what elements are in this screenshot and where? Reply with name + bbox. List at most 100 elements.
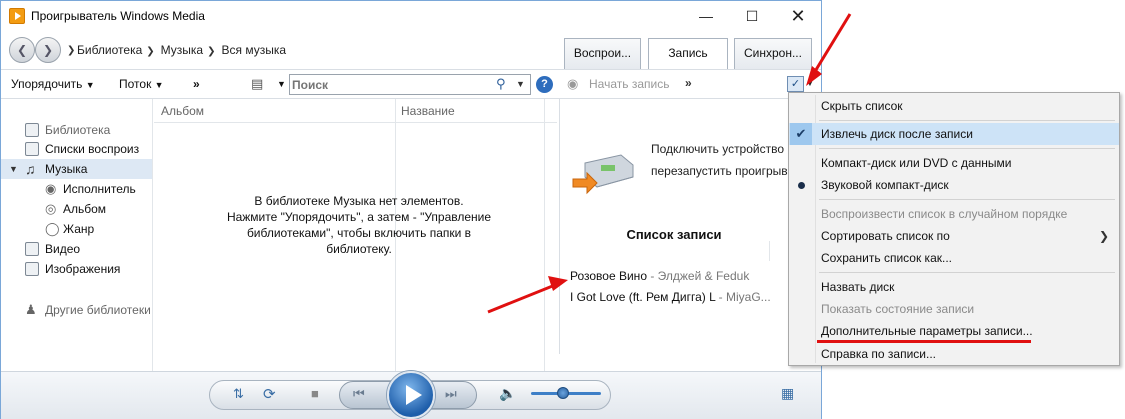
sidebar-item-label: Библиотека [45, 123, 111, 137]
stream-menu[interactable]: Поток ▼ [119, 77, 164, 91]
burn-options-menu: Скрыть список ✔ Извлечь диск после записи… [788, 92, 1120, 366]
maximize-button[interactable]: ☐ [729, 1, 775, 31]
menu-item-label: Скрыть список [821, 99, 903, 113]
previous-icon[interactable]: ⏮ [353, 386, 365, 402]
tab-sync[interactable]: Синхрон... [734, 38, 812, 69]
volume-knob[interactable] [556, 387, 569, 399]
breadcrumb-chevron-icon: ❯ [67, 45, 76, 56]
sidebar-item-label: Жанр [63, 222, 95, 236]
volume-icon[interactable]: 🔈 [499, 385, 516, 402]
menu-item-hide-list[interactable]: Скрыть список [789, 95, 1119, 117]
menu-item-label: Дополнительные параметры записи... [821, 324, 1033, 338]
close-button[interactable]: ✕ [775, 1, 821, 31]
help-icon[interactable]: ? [536, 76, 553, 93]
shuffle-icon[interactable]: ⇅ [233, 386, 244, 402]
burn-more-button[interactable]: » [685, 76, 692, 90]
tab-burn[interactable]: Запись [648, 38, 728, 70]
back-button[interactable]: ❮ [9, 37, 35, 63]
forward-button[interactable]: ❯ [35, 37, 61, 63]
column-name[interactable]: Название [401, 104, 455, 118]
menu-item-eject-after-burn[interactable]: ✔ Извлечь диск после записи [789, 123, 1119, 145]
menu-item-data-disc[interactable]: Компакт-диск или DVD с данными [789, 152, 1119, 174]
minimize-button[interactable]: — [683, 1, 729, 31]
sidebar-item-artist[interactable]: ◉ Исполнитель [1, 179, 152, 199]
menu-separator [819, 148, 1115, 149]
dropdown-arrow-icon: ▼ [85, 80, 95, 90]
menu-item-burn-help[interactable]: Справка по записи... [789, 343, 1119, 365]
tab-play[interactable]: Воспрои... [564, 38, 641, 69]
search-dropdown-icon[interactable]: ▼ [516, 79, 525, 89]
wmp-window: Проигрыватель Windows Media — ☐ ✕ ❮ ❯ ❯ … [0, 0, 822, 419]
breadcrumb-music[interactable]: Музыка [161, 43, 203, 57]
sidebar-item-music[interactable]: ▼ ♫ Музыка [1, 159, 152, 179]
menu-item-label: Справка по записи... [821, 347, 936, 361]
sidebar-item-label: Альбом [63, 202, 107, 216]
radio-bullet-icon [798, 182, 805, 189]
sidebar-item-other-libraries[interactable]: ♟ Другие библиотеки [1, 300, 152, 320]
dropdown-arrow-icon: ▼ [154, 80, 164, 90]
navigation-pane: Библиотека Списки воспроиз ▼ ♫ Музыка ◉ … [1, 99, 153, 371]
sidebar-item-video[interactable]: Видео [1, 239, 152, 259]
expand-chevron-icon[interactable]: ▼ [9, 159, 18, 179]
search-input[interactable] [292, 76, 492, 93]
music-icon: ♫ [25, 161, 36, 177]
search-box: ⚲ ▼ [289, 74, 531, 95]
burn-list-item[interactable]: Розовое Вино - Элджей & Feduk [570, 269, 749, 283]
menu-item-label: Воспроизвести список в случайном порядке [821, 207, 1068, 221]
column-divider [544, 99, 545, 371]
sidebar-item-album[interactable]: ◎ Альбом [1, 199, 152, 219]
pictures-icon [25, 262, 39, 276]
burn-list-item[interactable]: I Got Love (ft. Рем Дигга) L - MiyaG... [570, 290, 771, 304]
checkmark-icon: ✔ [790, 123, 812, 145]
breadcrumb-library[interactable]: Библиотека [77, 43, 142, 57]
artist-icon: ◉ [45, 181, 57, 196]
library-icon [25, 123, 39, 137]
empty-message-line: Нажмите "Упорядочить", а затем - "Управл… [226, 210, 492, 224]
sidebar-item-label: Другие библиотеки [45, 303, 151, 317]
play-button[interactable] [387, 371, 435, 419]
start-burn-button[interactable]: Начать запись [589, 77, 669, 91]
sidebar-item-genre[interactable]: ◯ Жанр [1, 219, 152, 239]
sidebar-item-label: Изображения [45, 262, 121, 276]
repeat-icon[interactable]: ⟳ [263, 385, 276, 403]
more-commands-button[interactable]: » [193, 77, 200, 91]
menu-item-sort-list-by[interactable]: Сортировать список по ❯ [789, 225, 1119, 247]
breadcrumb-all-music[interactable]: Вся музыка [221, 43, 286, 57]
burn-list-title: Список записи [626, 227, 722, 242]
menu-item-name-disc[interactable]: Назвать диск [789, 276, 1119, 298]
organize-menu[interactable]: Упорядочить ▼ [11, 77, 95, 91]
menu-item-label: Назвать диск [821, 280, 895, 294]
album-icon: ◎ [45, 201, 57, 216]
next-icon[interactable]: ⏭ [445, 386, 457, 402]
menu-item-label: Звуковой компакт-диск [821, 178, 949, 192]
sidebar-item-library[interactable]: Библиотека [1, 120, 152, 140]
menu-item-label: Сохранить список как... [821, 251, 952, 265]
menu-item-save-list-as[interactable]: Сохранить список как... [789, 247, 1119, 269]
breadcrumb: Библиотека ❯ Музыка ❯ Вся музыка [77, 43, 286, 57]
column-album[interactable]: Альбом [161, 104, 204, 118]
menu-item-audio-cd[interactable]: Звуковой компакт-диск [789, 174, 1119, 196]
search-icon[interactable]: ⚲ [496, 76, 506, 92]
menu-item-more-burn-options[interactable]: Дополнительные параметры записи... [789, 320, 1119, 342]
menu-item-label: Компакт-диск или DVD с данными [821, 156, 1012, 170]
burn-item-artist: - Элджей & Feduk [647, 269, 750, 283]
sidebar-item-playlists[interactable]: Списки воспроиз [1, 139, 152, 159]
breadcrumb-chevron-icon: ❯ [146, 46, 155, 57]
stop-icon[interactable]: ■ [311, 386, 319, 401]
switch-to-now-playing-icon[interactable]: ▦ [781, 385, 794, 402]
column-header: Альбом Название [154, 99, 557, 123]
navigation-row: ❮ ❯ ❯ Библиотека ❯ Музыка ❯ Вся музыка Воспр… [1, 31, 821, 70]
empty-message-line: библиотеками", чтобы включить папки в [246, 226, 472, 240]
view-options-icon[interactable]: ▤ [251, 76, 263, 92]
view-options-arrow-icon[interactable]: ▼ [277, 79, 286, 89]
sidebar-item-pictures[interactable]: Изображения [1, 259, 152, 279]
empty-message-line: библиотеку. [326, 242, 392, 256]
forward-arrow-icon: ❯ [42, 43, 54, 57]
menu-separator [819, 272, 1115, 273]
window-title: Проигрыватель Windows Media [31, 9, 205, 23]
burn-options-arrow-icon[interactable]: ▼ [806, 79, 814, 88]
empty-message-line: В библиотеке Музыка нет элементов. [254, 194, 464, 208]
library-toolbar: Упорядочить ▼ Поток ▼ » ▤ ▼ ⚲ ▼ ? [1, 69, 557, 99]
annotation-underline [817, 340, 1031, 343]
burn-options-icon[interactable]: ✓ [787, 76, 804, 92]
